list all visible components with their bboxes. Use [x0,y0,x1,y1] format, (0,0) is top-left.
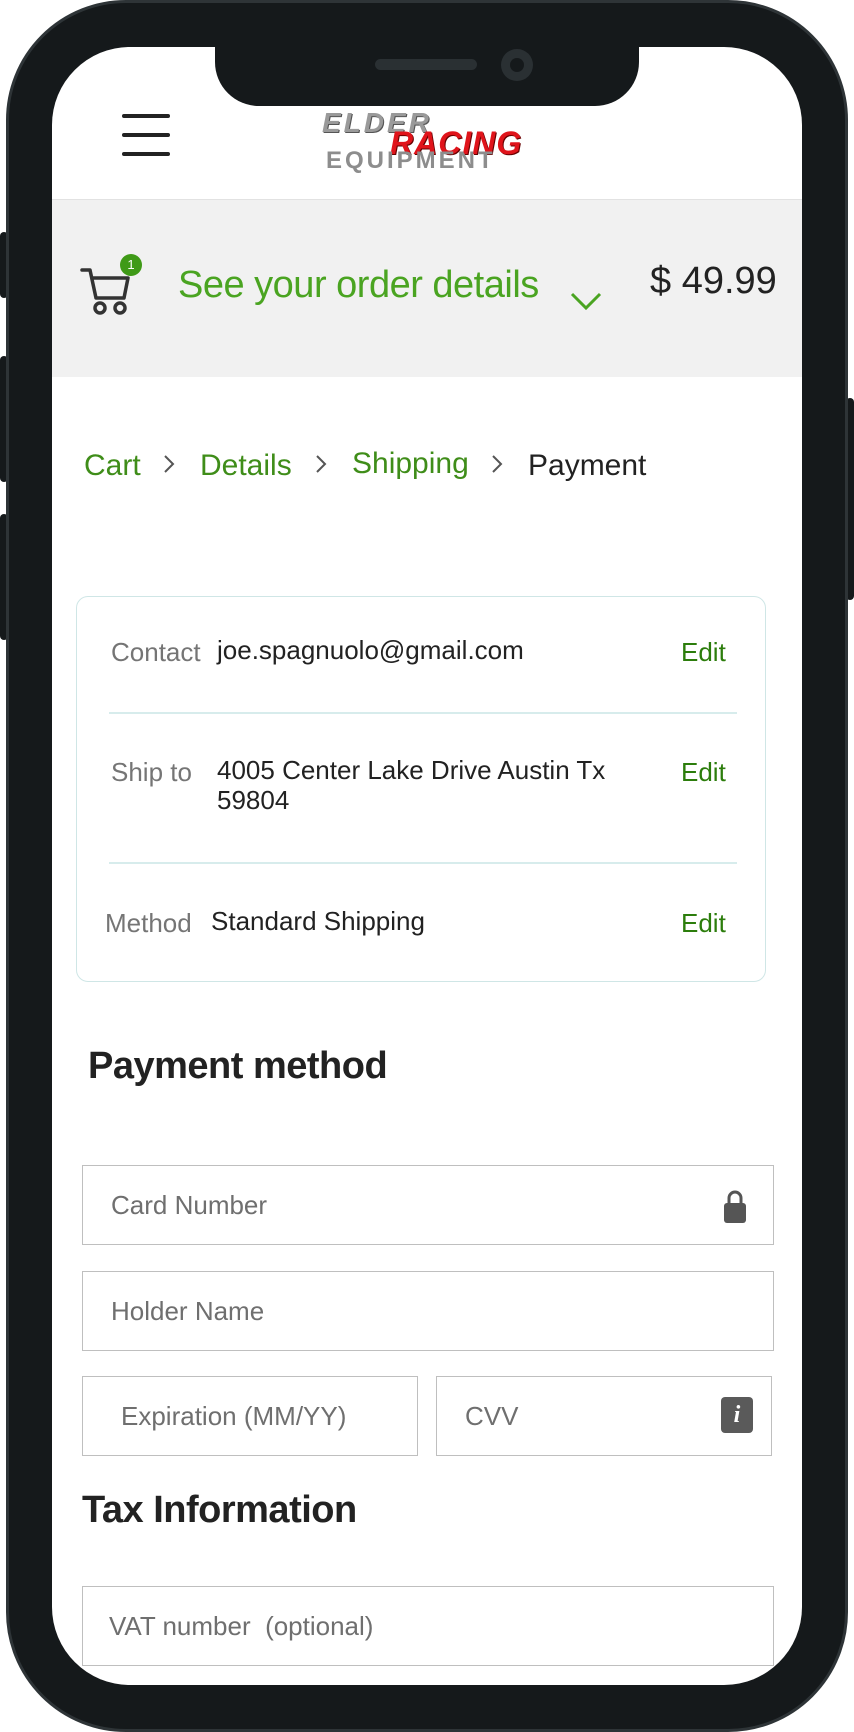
breadcrumb-shipping[interactable]: Shipping [352,447,469,481]
divider [109,712,737,714]
lock-icon [724,1190,746,1223]
method-value: Standard Shipping [211,906,425,936]
ship-to-address-line-1: 4005 Center Lake Drive Austin Tx [217,755,606,785]
logo-line-3: EQUIPMENT [326,147,496,174]
brand-logo[interactable]: ELDER RACING EQUIPMENT [322,107,522,175]
chevron-right-icon [316,455,327,473]
divider [109,862,737,864]
order-details-toggle[interactable]: See your order details [178,264,539,307]
phone-screen: ELDER RACING EQUIPMENT 1 See your order … [52,47,802,1685]
breadcrumb-payment: Payment [528,449,647,482]
method-label: Method [105,908,192,938]
cvv-field[interactable]: i [436,1376,772,1456]
contact-value: joe.spagnuolo@gmail.com [217,635,524,665]
expiration-field[interactable] [82,1376,418,1456]
breadcrumb-details[interactable]: Details [200,449,292,483]
payment-method-heading: Payment method [88,1045,388,1087]
card-number-input[interactable] [83,1166,773,1244]
cart-count-badge: 1 [120,254,142,276]
chevron-right-icon [164,455,175,473]
holder-name-field[interactable] [82,1271,774,1351]
edit-contact-link[interactable]: Edit [681,637,726,668]
edit-ship-to-link[interactable]: Edit [681,757,726,788]
edit-method-link[interactable]: Edit [681,908,726,939]
phone-notch [215,40,639,106]
vat-number-input[interactable] [83,1587,773,1665]
expiration-input[interactable] [83,1377,417,1455]
order-total: $ 49.99 [650,260,777,302]
vat-number-field[interactable] [82,1586,774,1666]
ship-to-label: Ship to [111,757,192,787]
chevron-right-icon [492,455,503,473]
speaker-grille [375,59,477,70]
holder-name-input[interactable] [83,1272,773,1350]
checkout-review-card: Contact joe.spagnuolo@gmail.com Edit Shi… [76,596,766,982]
ship-to-address-line-2: 59804 [217,785,290,815]
info-icon[interactable]: i [721,1397,753,1433]
breadcrumb-cart[interactable]: Cart [84,449,141,483]
front-camera [501,49,533,81]
contact-label: Contact [111,637,201,667]
menu-icon[interactable] [122,114,170,156]
order-summary-bar[interactable]: 1 See your order details $ 49.99 [52,199,802,377]
card-number-field[interactable] [82,1165,774,1245]
tax-information-heading: Tax Information [82,1489,357,1531]
chevron-down-icon[interactable] [570,292,602,310]
